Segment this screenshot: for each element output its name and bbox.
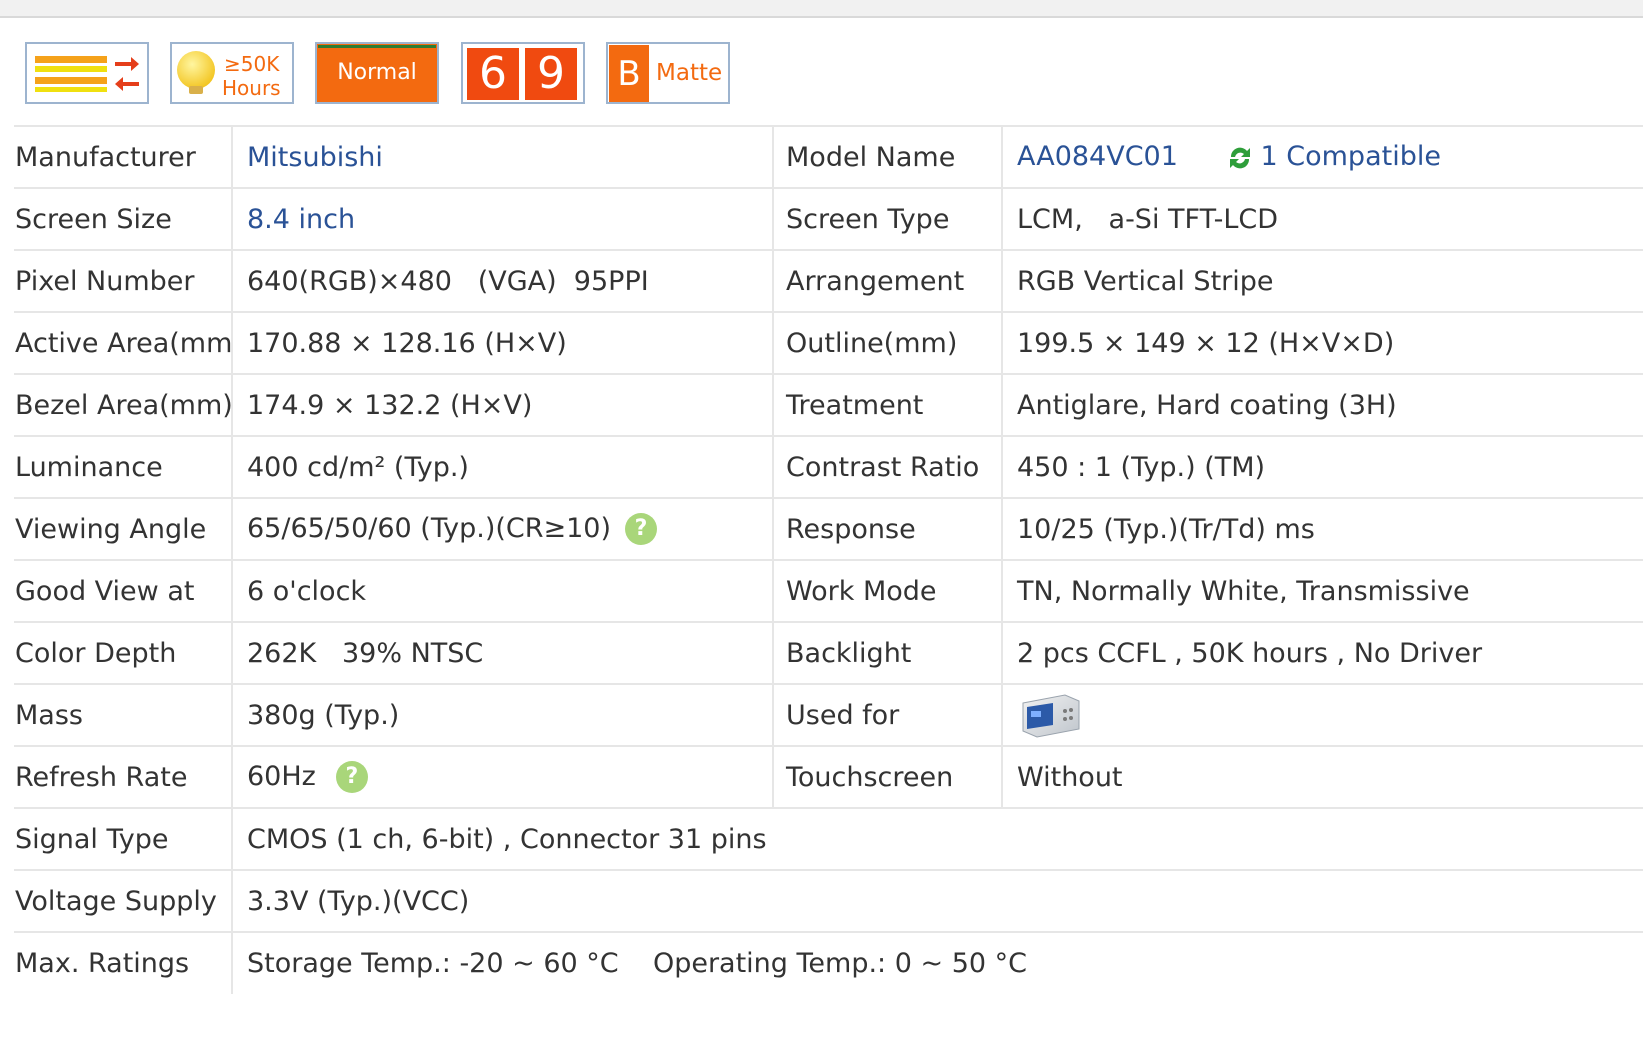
matte-label: Matte: [656, 60, 723, 86]
spec-value: 450 : 1 (Typ.) (TM): [1001, 435, 1643, 498]
spec-value: Without: [1001, 745, 1643, 808]
spec-label: Used for: [772, 683, 1002, 746]
spec-value: 3.3V (Typ.)(VCC): [231, 869, 1643, 932]
spec-label: Contrast Ratio: [772, 435, 1002, 498]
spec-value: Antiglare, Hard coating (3H): [1001, 373, 1643, 436]
spec-value: 170.88 × 128.16 (H×V): [231, 311, 773, 374]
table-row: Screen Size 8.4 inch Screen Type LCM, a-…: [14, 187, 1643, 250]
spec-value: CMOS (1 ch, 6-bit) , Connector 31 pins: [231, 807, 1643, 870]
screen-size-link[interactable]: 8.4 inch: [247, 204, 355, 235]
normal-badge[interactable]: Normal: [315, 42, 439, 104]
table-row: Mass 380g (Typ.) Used for: [14, 683, 1643, 746]
table-row: Refresh Rate 60Hz? Touchscreen Without: [14, 745, 1643, 808]
spec-value: 65/65/50/60 (Typ.)(CR≥10): [247, 512, 612, 544]
manufacturer-link[interactable]: Mitsubishi: [247, 142, 383, 173]
spec-value: 262K 39% NTSC: [231, 621, 773, 684]
spec-value: 640(RGB)×480 (VGA) 95PPI: [231, 249, 773, 312]
spec-label: Viewing Angle: [14, 497, 232, 560]
table-row: Good View at 6 o'clock Work Mode TN, Nor…: [14, 559, 1643, 622]
digit-six: 6: [467, 48, 519, 100]
lifetime-badge[interactable]: ≥50K Hours: [170, 42, 294, 104]
spec-value: RGB Vertical Stripe: [1001, 249, 1643, 312]
spec-value: 2 pcs CCFL , 50K hours , No Driver: [1001, 621, 1643, 684]
spec-label: Active Area(mm): [14, 311, 232, 374]
spec-label: Work Mode: [772, 559, 1002, 622]
lifetime-line1: ≥50K: [224, 52, 280, 76]
spec-label: Response: [772, 497, 1002, 560]
spec-label: Touchscreen: [772, 745, 1002, 808]
table-row: Manufacturer Mitsubishi Model Name AA084…: [14, 125, 1643, 188]
spec-value: 380g (Typ.): [231, 683, 773, 746]
spec-value: Storage Temp.: -20 ~ 60 °C Operating Tem…: [231, 931, 1643, 994]
color-depth-badge[interactable]: 6 9: [461, 42, 585, 104]
table-row: Active Area(mm) 170.88 × 128.16 (H×V) Ou…: [14, 311, 1643, 374]
digit-nine: 9: [525, 48, 577, 100]
spec-label: Model Name: [772, 125, 1002, 188]
table-row: Signal Type CMOS (1 ch, 6-bit) , Connect…: [14, 807, 1643, 870]
spec-value: 400 cd/m² (Typ.): [231, 435, 773, 498]
table-row: Voltage Supply 3.3V (Typ.)(VCC): [14, 869, 1643, 932]
spec-label: Voltage Supply: [14, 869, 232, 932]
model-name-link[interactable]: AA084VC01: [1017, 141, 1178, 172]
help-icon[interactable]: ?: [625, 513, 658, 546]
spec-table: Manufacturer Mitsubishi Model Name AA084…: [14, 125, 1643, 994]
spec-value: 199.5 × 149 × 12 (H×V×D): [1001, 311, 1643, 374]
table-row: Max. Ratings Storage Temp.: -20 ~ 60 °C …: [14, 931, 1643, 994]
spec-label: Screen Size: [14, 187, 232, 250]
spec-label: Refresh Rate: [14, 745, 232, 808]
spec-label: Backlight: [772, 621, 1002, 684]
spec-value: 10/25 (Typ.)(Tr/Td) ms: [1001, 497, 1643, 560]
matte-letter: B: [609, 45, 649, 102]
table-row: Pixel Number 640(RGB)×480 (VGA) 95PPI Ar…: [14, 249, 1643, 312]
spec-label: Color Depth: [14, 621, 232, 684]
spec-label: Manufacturer: [14, 125, 232, 188]
table-row: Bezel Area(mm) 174.9 × 132.2 (H×V) Treat…: [14, 373, 1643, 436]
spec-value: 6 o'clock: [231, 559, 773, 622]
spec-value: LCM, a-Si TFT-LCD: [1001, 187, 1643, 250]
spec-label: Good View at: [14, 559, 232, 622]
table-row: Viewing Angle 65/65/50/60 (Typ.)(CR≥10)?…: [14, 497, 1643, 560]
spec-label: Bezel Area(mm): [14, 373, 232, 436]
top-bar: [0, 0, 1643, 18]
refresh-icon[interactable]: [1225, 143, 1255, 173]
dual-bars-arrows-icon[interactable]: [25, 42, 149, 104]
spec-label: Treatment: [772, 373, 1002, 436]
matte-badge[interactable]: B Matte: [606, 42, 730, 104]
table-row: Color Depth 262K 39% NTSC Backlight 2 pc…: [14, 621, 1643, 684]
spec-label: Outline(mm): [772, 311, 1002, 374]
normal-label: Normal: [337, 60, 417, 85]
lifetime-line2: Hours: [222, 76, 281, 100]
spec-value: 174.9 × 132.2 (H×V): [231, 373, 773, 436]
spec-label: Screen Type: [772, 187, 1002, 250]
spec-label: Arrangement: [772, 249, 1002, 312]
help-icon[interactable]: ?: [335, 761, 368, 794]
spec-value: TN, Normally White, Transmissive: [1001, 559, 1643, 622]
spec-label: Signal Type: [14, 807, 232, 870]
oscilloscope-icon[interactable]: [1017, 689, 1085, 741]
spec-label: Mass: [14, 683, 232, 746]
table-row: Luminance 400 cd/m² (Typ.) Contrast Rati…: [14, 435, 1643, 498]
spec-label: Pixel Number: [14, 249, 232, 312]
compatible-link[interactable]: 1 Compatible: [1261, 141, 1441, 172]
spec-label: Max. Ratings: [14, 931, 232, 994]
spec-label: Luminance: [14, 435, 232, 498]
spec-value: 60Hz: [247, 760, 316, 792]
